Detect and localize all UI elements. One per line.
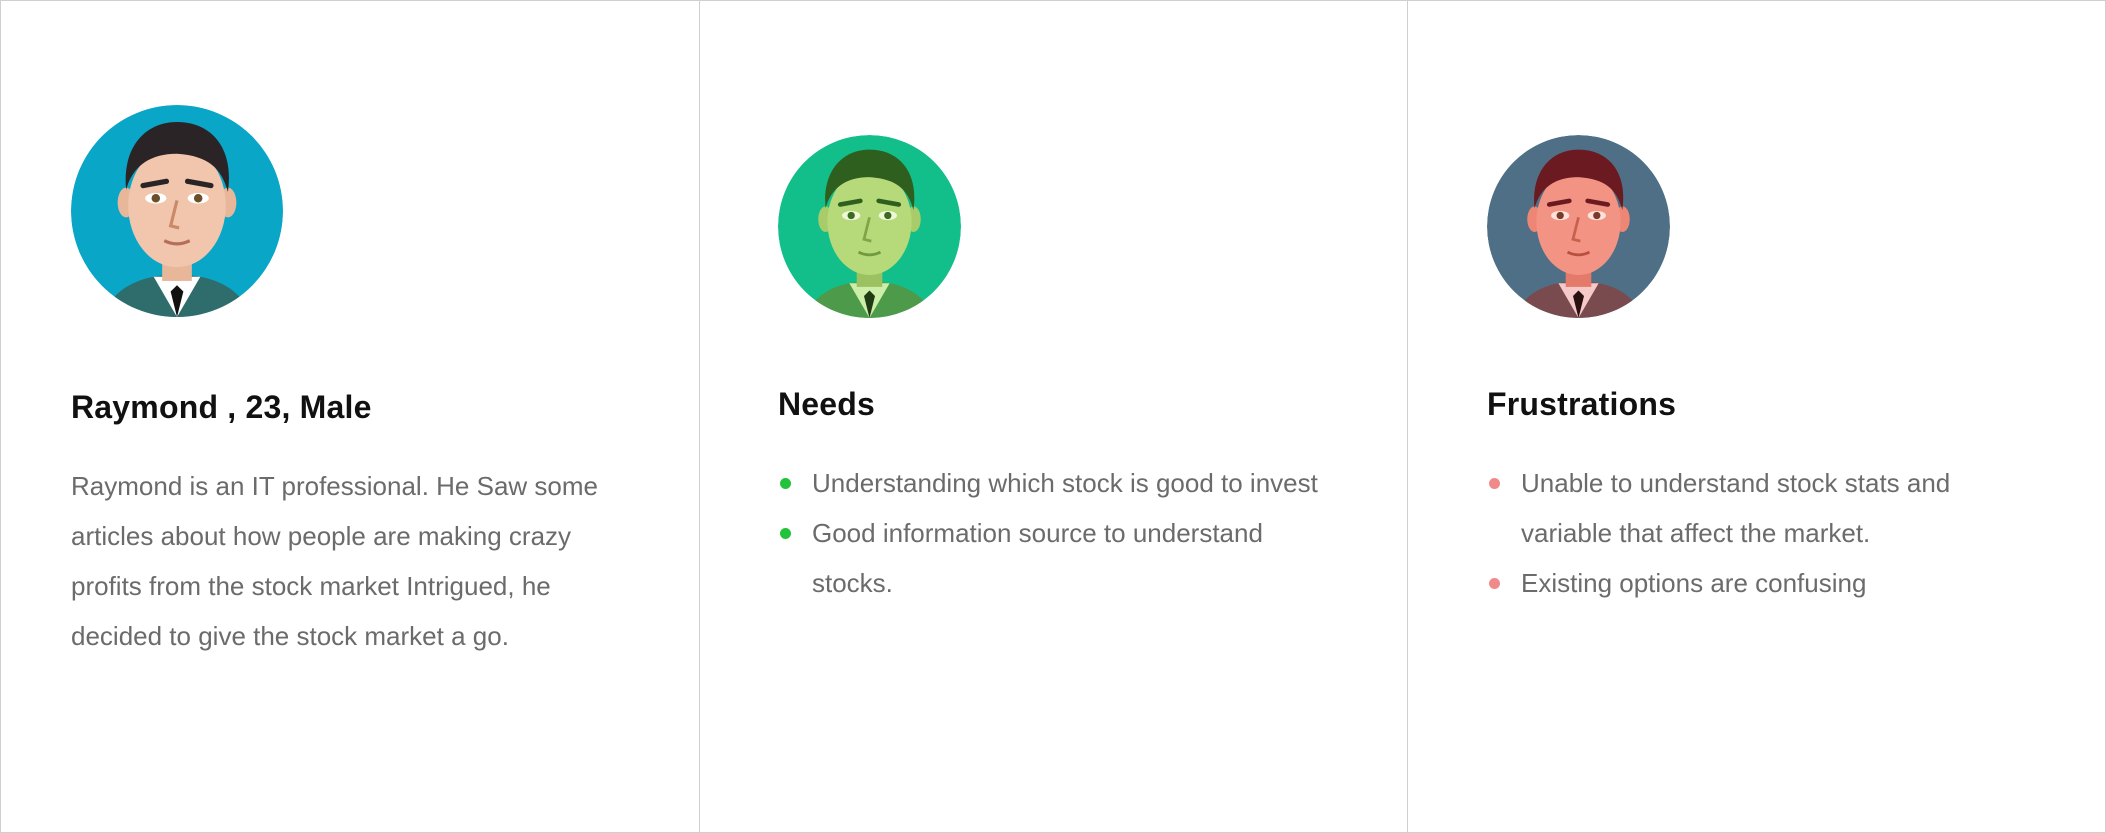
needs-column: Needs Understanding which stock is good … [700, 1, 1408, 832]
man-avatar-icon [71, 105, 283, 317]
bullet-icon [1489, 578, 1500, 589]
bullet-icon [1489, 478, 1500, 489]
list-item: Understanding which stock is good to inv… [778, 458, 1338, 508]
need-text: Good information source to understand st… [812, 518, 1263, 598]
needs-title: Needs [778, 386, 876, 422]
persona-title: Raymond , 23, Male [71, 389, 372, 425]
man-avatar-green-icon [778, 135, 961, 318]
needs-list: Understanding which stock is good to inv… [778, 458, 1338, 608]
bullet-icon [780, 478, 791, 489]
persona-column: Raymond , 23, Male Raymond is an IT prof… [1, 1, 700, 832]
persona-bio: Raymond is an IT professional. He Saw so… [71, 471, 598, 651]
persona-board: Raymond , 23, Male Raymond is an IT prof… [0, 0, 2106, 833]
frustrations-list: Unable to understand stock stats and var… [1487, 458, 2047, 608]
frustrations-title: Frustrations [1487, 386, 1677, 422]
need-text: Understanding which stock is good to inv… [812, 468, 1318, 498]
frustration-text: Existing options are confusing [1521, 568, 1867, 598]
man-avatar-red-icon [1487, 135, 1670, 318]
list-item: Good information source to understand st… [778, 508, 1338, 608]
list-item: Existing options are confusing [1487, 558, 2047, 608]
bullet-icon [780, 528, 791, 539]
list-item: Unable to understand stock stats and var… [1487, 458, 2047, 558]
frustration-text: Unable to understand stock stats and var… [1521, 468, 1951, 548]
frustrations-column: Frustrations Unable to understand stock … [1408, 1, 2105, 832]
